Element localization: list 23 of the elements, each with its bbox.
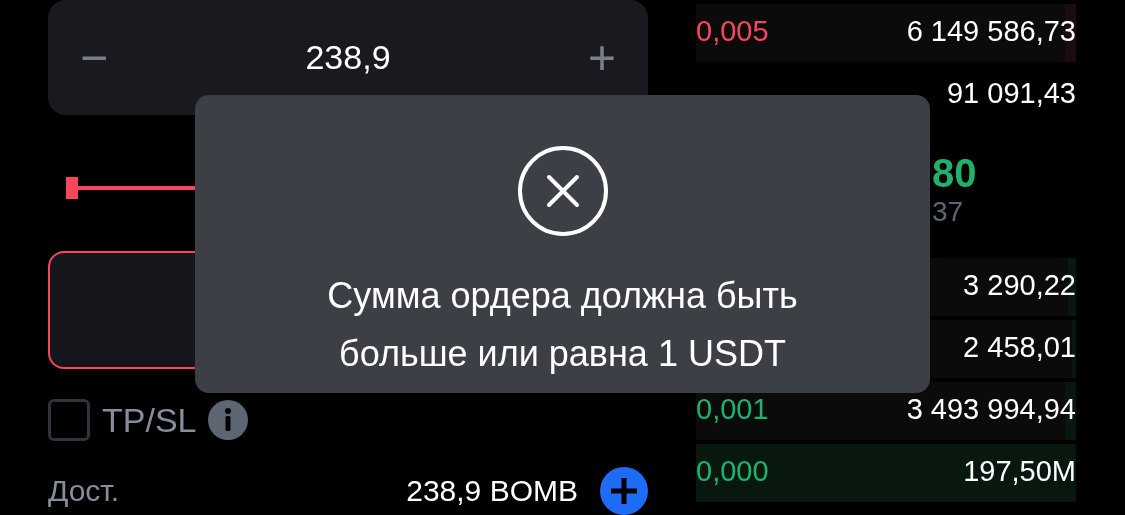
amount-text: 6 149 586,73 — [906, 14, 1076, 48]
minus-button[interactable]: − — [80, 33, 109, 82]
info-icon[interactable] — [208, 400, 249, 440]
slider-thumb[interactable] — [66, 177, 78, 199]
plus-button[interactable]: + — [587, 33, 616, 82]
close-circle-icon — [516, 145, 609, 237]
tp-sl-checkbox[interactable] — [48, 399, 90, 441]
available-label: Дост. — [48, 474, 121, 508]
price-text: 0,005 — [696, 14, 769, 48]
tp-sl-label: TP/SL — [102, 400, 197, 440]
amount-text: 91 091,43 — [947, 76, 1076, 110]
price-text: 0,000 — [696, 454, 769, 488]
amount-text: 197,50M — [963, 454, 1076, 488]
last-price: 80 — [932, 150, 978, 196]
amount-text: 2 458,01 — [963, 330, 1076, 364]
amount-text: 3 290,22 — [963, 268, 1076, 302]
toast-message: Сумма ордера должна быть больше или равна 1 USDT — [326, 274, 799, 376]
amount-text: 3 493 994,94 — [906, 392, 1076, 426]
mark-price: 37 — [932, 195, 965, 228]
add-icon[interactable] — [600, 467, 648, 515]
available-value: 238,9 BOMB — [406, 474, 578, 508]
price-text: 0,001 — [696, 392, 769, 426]
amount-value: 238,9 — [305, 38, 391, 77]
